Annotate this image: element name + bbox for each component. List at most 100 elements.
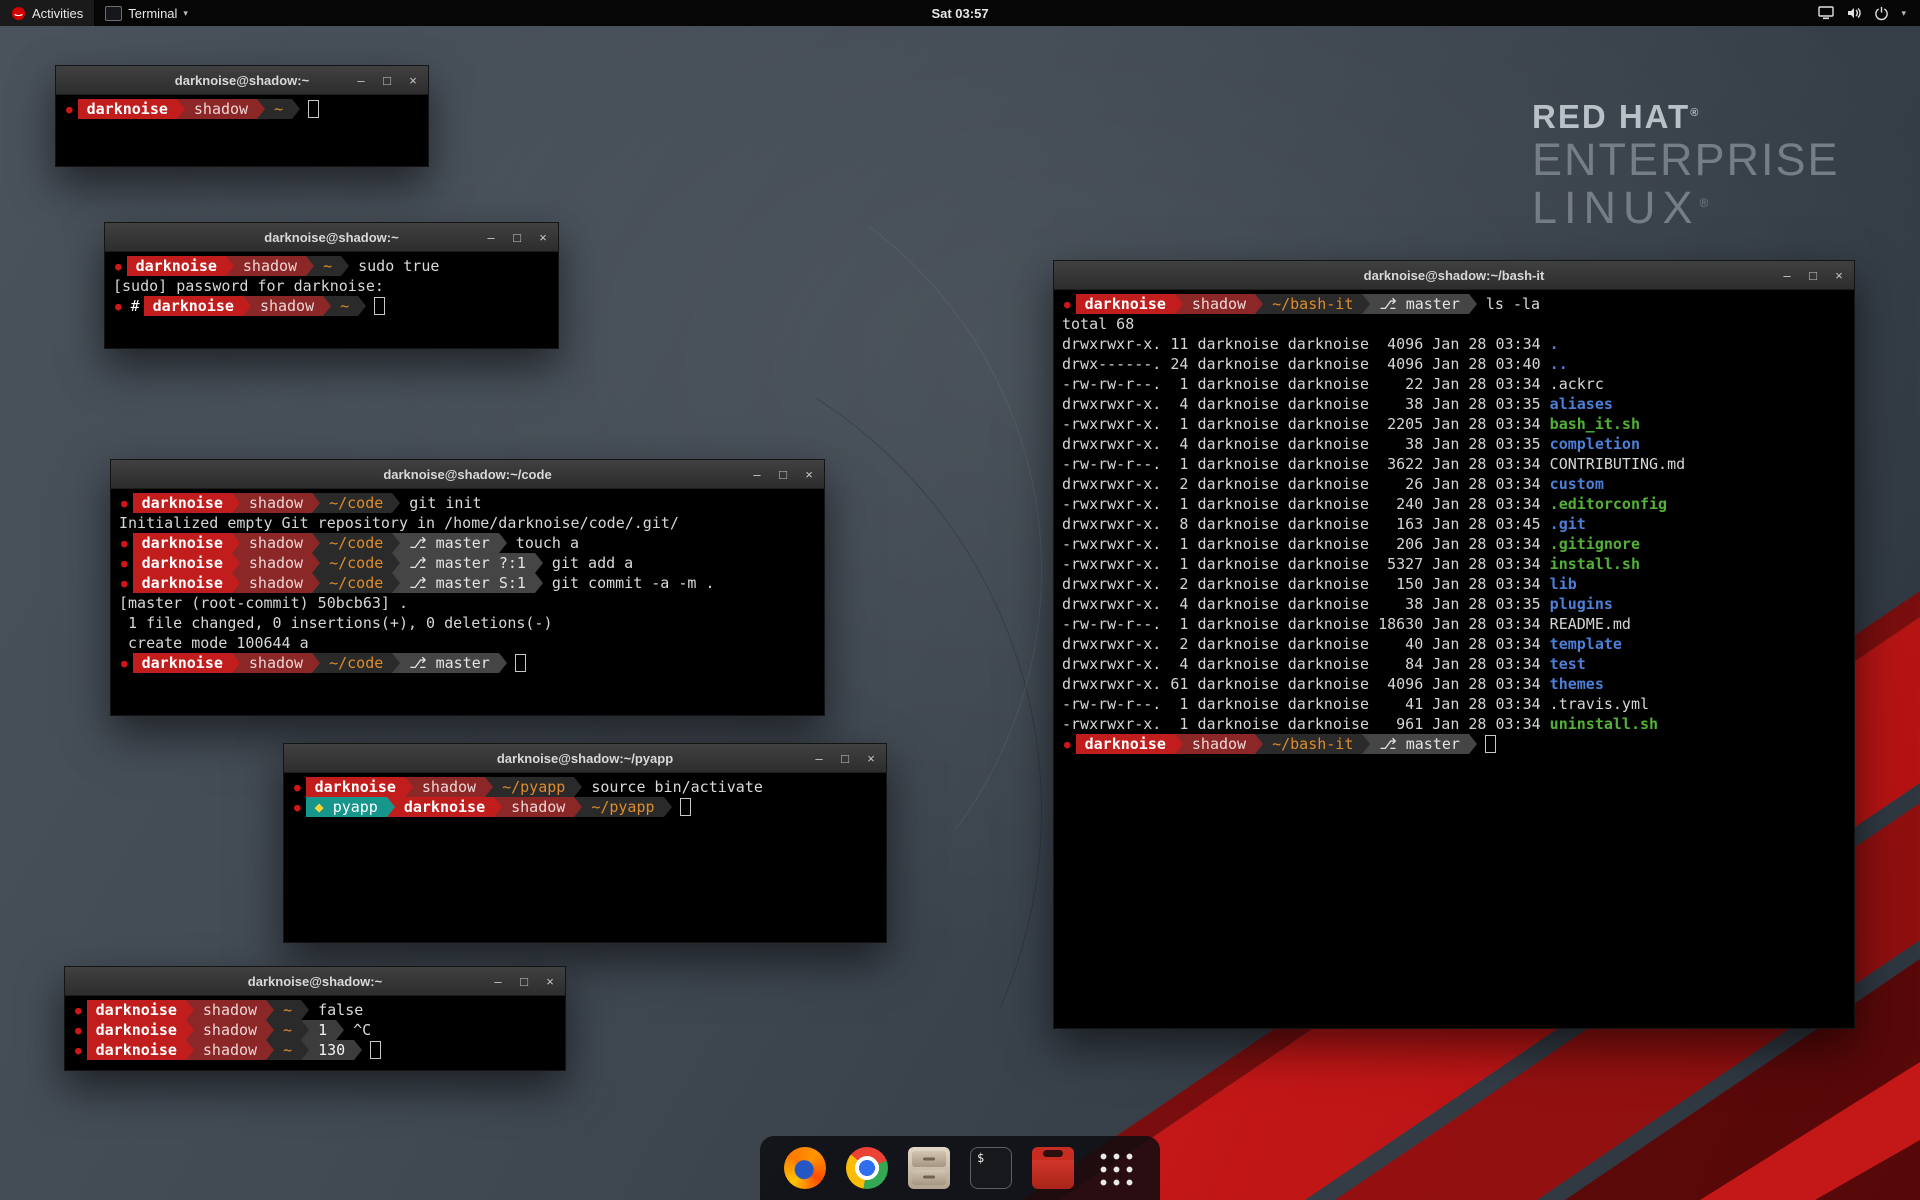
files-drawer xyxy=(912,1151,946,1167)
window-title: darknoise@shadow:~/code xyxy=(383,467,551,482)
command-text: git commit -a -m . xyxy=(543,574,715,592)
toolbox-icon[interactable] xyxy=(1032,1147,1074,1189)
minimize-button[interactable]: – xyxy=(1780,268,1794,283)
close-button[interactable]: × xyxy=(543,974,557,989)
maximize-button[interactable]: □ xyxy=(776,467,790,482)
titlebar[interactable]: darknoise@shadow:~/code – □ × xyxy=(111,460,824,489)
titlebar[interactable]: darknoise@shadow:~ – □ × xyxy=(56,66,428,95)
redhat-prompt-icon: ● xyxy=(292,801,306,814)
file-name: . xyxy=(1550,335,1559,353)
minimize-button[interactable]: – xyxy=(484,230,498,245)
maximize-button[interactable]: □ xyxy=(1806,268,1820,283)
powerline-arrow xyxy=(341,256,349,276)
file-name: plugins xyxy=(1550,595,1613,613)
prompt-segment-path: ~ xyxy=(331,296,358,316)
redhat-prompt-icon: ● xyxy=(292,781,306,794)
minimize-button[interactable]: – xyxy=(750,467,764,482)
terminal-output[interactable]: ●darknoise shadow ~ xyxy=(56,95,428,166)
dock: $ xyxy=(760,1136,1160,1200)
titlebar[interactable]: darknoise@shadow:~/bash-it – □ × xyxy=(1054,261,1854,290)
power-icon xyxy=(1874,6,1889,21)
command-text: ^C xyxy=(344,1021,371,1039)
maximize-button[interactable]: □ xyxy=(380,73,394,88)
redhat-prompt-icon: ● xyxy=(119,497,133,510)
powerline-arrow xyxy=(232,653,240,673)
prompt-segment-host: shadow xyxy=(194,1020,266,1040)
activities-button[interactable]: Activities xyxy=(0,0,94,26)
command-text: touch a xyxy=(507,534,579,552)
app-menu-terminal[interactable]: Terminal ▾ xyxy=(94,0,199,26)
prompt-segment-path: ~/pyapp xyxy=(493,777,574,797)
prompt-segment-path: ~ xyxy=(314,256,341,276)
show-apps-icon[interactable] xyxy=(1094,1147,1136,1189)
redhat-prompt-icon: ● xyxy=(73,1024,87,1037)
prompt-segment-user: darknoise xyxy=(133,493,232,513)
prompt-segment-user: darknoise xyxy=(133,533,232,553)
firefox-icon[interactable] xyxy=(784,1147,826,1189)
file-name: custom xyxy=(1550,475,1604,493)
python-icon: ◆ xyxy=(315,798,333,816)
file-name: bash_it.sh xyxy=(1550,415,1640,433)
powerline-arrow xyxy=(499,653,507,673)
terminal-output[interactable]: ●darknoiseshadow~/bash-it⎇ masterls -lat… xyxy=(1054,290,1854,1028)
prompt-segment-path: ~/bash-it xyxy=(1263,294,1362,314)
titlebar[interactable]: darknoise@shadow:~/pyapp – □ × xyxy=(284,744,886,773)
minimize-button[interactable]: – xyxy=(812,751,826,766)
prompt-segment-user: darknoise xyxy=(306,777,405,797)
terminal-cursor xyxy=(374,297,385,315)
prompt-segment-host: shadow xyxy=(185,99,257,119)
terminal-output[interactable]: ●darknoiseshadow~false●darknoiseshadow~1… xyxy=(65,996,565,1070)
powerline-arrow xyxy=(301,1000,309,1020)
system-status-area[interactable]: ▾ xyxy=(1804,0,1920,26)
titlebar[interactable]: darknoise@shadow:~ – □ × xyxy=(105,223,558,252)
close-button[interactable]: × xyxy=(864,751,878,766)
close-button[interactable]: × xyxy=(406,73,420,88)
git-branch-icon: ⎇ xyxy=(1379,735,1405,753)
close-button[interactable]: × xyxy=(1832,268,1846,283)
terminal-output[interactable]: ●darknoise shadow~/pyapp source bin/activa… xyxy=(284,773,886,942)
maximize-button[interactable]: □ xyxy=(510,230,524,245)
close-button[interactable]: × xyxy=(802,467,816,482)
prompt-segment-host: shadow xyxy=(251,296,323,316)
terminal-mini-icon xyxy=(105,6,122,21)
terminal-icon[interactable]: $ xyxy=(970,1147,1012,1189)
prompt-segment-user: darknoise xyxy=(78,99,177,119)
prompt-segment-exit: 1 xyxy=(309,1020,336,1040)
redhat-prompt-icon: ● xyxy=(64,103,78,116)
minimize-button[interactable]: – xyxy=(354,73,368,88)
prompt-segment-host: shadow xyxy=(502,797,574,817)
file-name: template xyxy=(1550,635,1622,653)
command-text: source bin/activate xyxy=(582,778,763,796)
prompt-segment-path: ~ xyxy=(265,99,292,119)
powerline-arrow xyxy=(405,777,413,797)
powerline-arrow xyxy=(1469,294,1477,314)
prompt-segment-path: ~/code xyxy=(320,573,392,593)
rhel-logo-linux: LINUX® xyxy=(1532,185,1840,230)
redhat-prompt-icon: ● xyxy=(73,1004,87,1017)
powerline-arrow xyxy=(1362,734,1370,754)
redhat-prompt-icon: ● xyxy=(1062,738,1076,751)
prompt-segment-host: shadow xyxy=(240,493,312,513)
clock[interactable]: Sat 03:57 xyxy=(931,6,988,21)
powerline-arrow xyxy=(186,1040,194,1060)
powerline-arrow xyxy=(301,1020,309,1040)
powerline-arrow xyxy=(1255,734,1263,754)
chrome-icon[interactable] xyxy=(846,1147,888,1189)
maximize-button[interactable]: □ xyxy=(517,974,531,989)
titlebar[interactable]: darknoise@shadow:~ – □ × xyxy=(65,967,565,996)
powerline-arrow xyxy=(336,1020,344,1040)
terminal-output[interactable]: ●darknoiseshadow~sudo true[sudo] passwor… xyxy=(105,252,558,348)
redhat-prompt-icon: ● xyxy=(119,657,133,670)
maximize-button[interactable]: □ xyxy=(838,751,852,766)
redhat-prompt-icon: ● xyxy=(119,537,133,550)
files-icon[interactable] xyxy=(908,1147,950,1189)
file-name: .. xyxy=(1550,355,1568,373)
prompt-segment-user: darknoise xyxy=(1076,294,1175,314)
powerline-arrow xyxy=(306,256,314,276)
minimize-button[interactable]: – xyxy=(491,974,505,989)
terminal-window-code: darknoise@shadow:~/code – □ × ●darknoise… xyxy=(110,459,825,716)
close-button[interactable]: × xyxy=(536,230,550,245)
terminal-output[interactable]: ●darknoiseshadow~/codegit initInitialize… xyxy=(111,489,824,715)
prompt-segment-user: darknoise xyxy=(87,1000,186,1020)
powerline-arrow xyxy=(312,653,320,673)
